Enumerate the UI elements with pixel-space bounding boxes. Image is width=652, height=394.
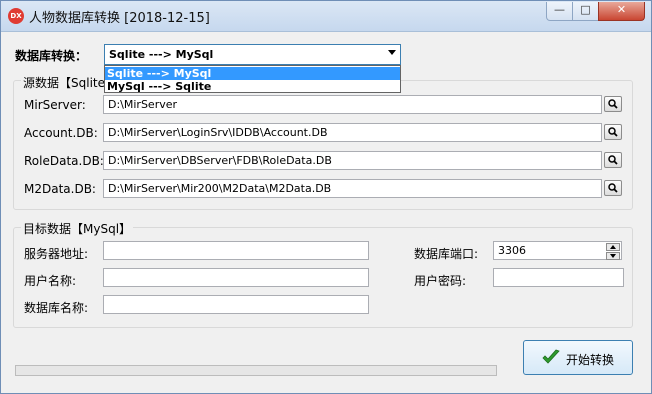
mirserver-path-input[interactable]: D:\MirServer [103,95,602,114]
window-title: 人物数据库转换 [2018-12-15] [29,11,210,26]
conversion-selected-value: Sqlite ---> MySql [109,48,214,61]
start-conversion-label: 开始转换 [566,353,615,367]
m2data-db-browse-button[interactable] [604,180,622,196]
dropdown-option-mysql-to-sqlite[interactable]: MySql ---> Sqlite [105,80,400,93]
start-conversion-button[interactable]: 开始转换 [523,340,633,375]
chevron-down-icon[interactable] [388,50,396,55]
account-db-browse-button[interactable] [604,124,622,140]
title-bar[interactable]: DX 人物数据库转换 [2018-12-15] — □ ✕ [1,1,651,32]
m2data-db-path-input[interactable]: D:\MirServer\Mir200\M2Data\M2Data.DB [103,179,602,198]
database-name-label: 数据库名称: [24,301,89,315]
check-icon [542,349,560,364]
conversion-select[interactable]: Sqlite ---> MySql [104,44,401,65]
password-input[interactable] [493,268,624,287]
target-group-title: 目标数据【MySql】 [21,220,134,237]
port-spinner[interactable] [606,243,620,260]
account-db-label: Account.DB: [24,126,98,140]
mirserver-browse-button[interactable] [604,96,622,112]
search-icon [608,127,618,137]
username-label: 用户名称: [24,274,77,288]
database-name-input[interactable] [103,295,369,314]
roledata-db-browse-button[interactable] [604,152,622,168]
maximize-button[interactable]: □ [572,2,599,21]
password-label: 用户密码: [414,274,467,288]
search-icon [608,183,618,193]
mirserver-label: MirServer: [24,98,86,112]
spin-down-icon[interactable] [606,252,620,260]
main-window: DX 人物数据库转换 [2018-12-15] — □ ✕ 数据库转换： Sql… [0,0,652,394]
roledata-db-path-input[interactable]: D:\MirServer\DBServer\FDB\RoleData.DB [103,151,602,170]
conversion-progress-bar [15,365,497,376]
close-button[interactable]: ✕ [598,2,645,21]
dropdown-option-sqlite-to-mysql[interactable]: Sqlite ---> MySql [105,67,400,80]
search-icon [608,155,618,165]
database-port-label: 数据库端口: [414,247,479,261]
m2data-db-label: M2Data.DB: [24,182,96,196]
server-address-input[interactable] [103,241,369,260]
search-icon [608,99,618,109]
conversion-dropdown-list: Sqlite ---> MySql MySql ---> Sqlite [104,65,401,93]
username-input[interactable] [103,268,369,287]
conversion-label: 数据库转换： [15,49,88,63]
account-db-path-input[interactable]: D:\MirServer\LoginSrv\IDDB\Account.DB [103,123,602,142]
app-icon: DX [8,8,24,24]
minimize-button[interactable]: — [546,2,573,21]
database-port-input[interactable]: 3306 [493,241,622,260]
spin-up-icon[interactable] [606,243,620,251]
roledata-db-label: RoleData.DB: [24,154,104,168]
server-address-label: 服务器地址: [24,247,89,261]
